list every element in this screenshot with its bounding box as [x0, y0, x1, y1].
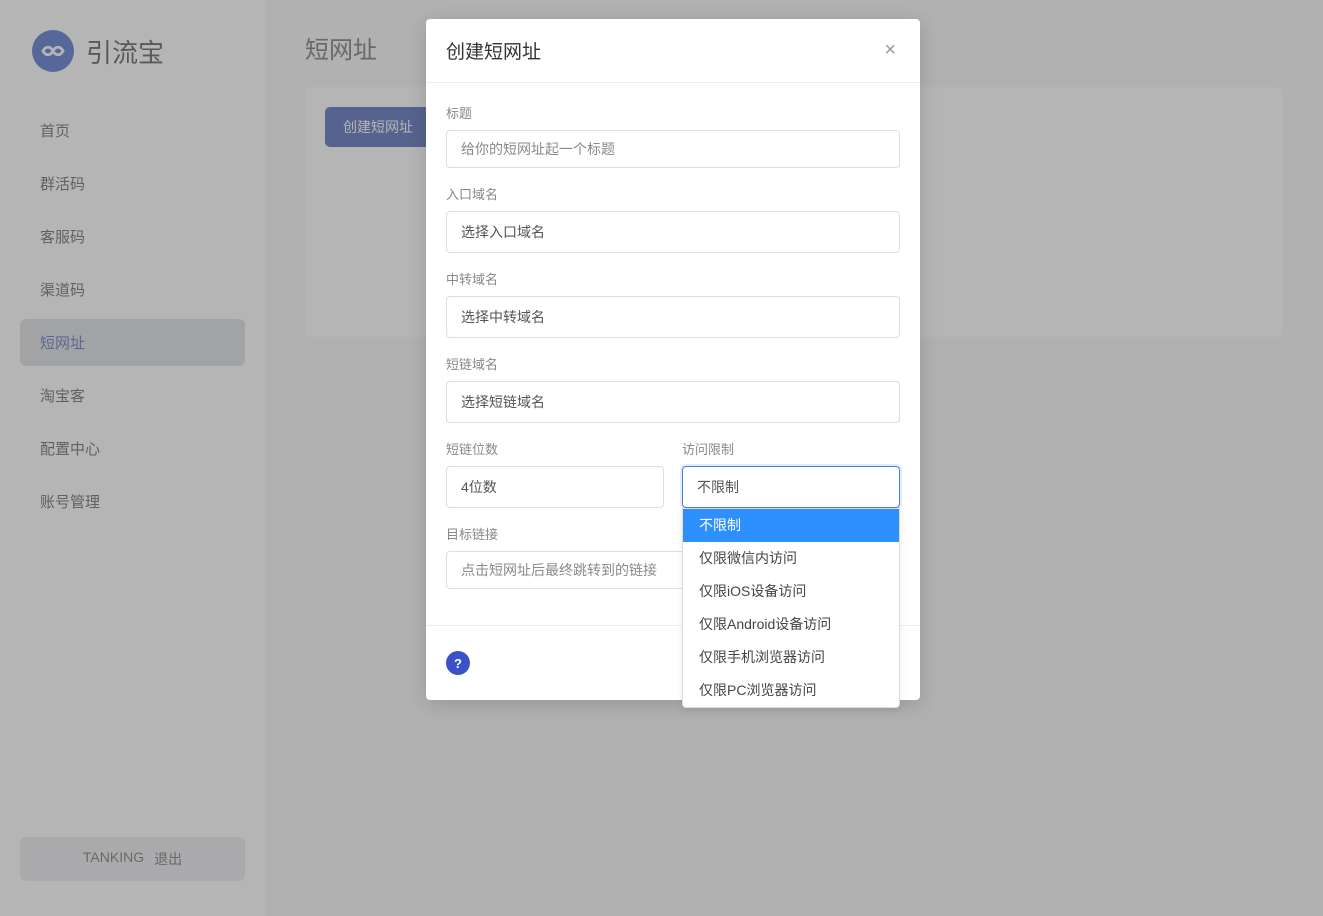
access-option-mobile[interactable]: 仅限手机浏览器访问: [683, 641, 899, 674]
title-input[interactable]: [446, 130, 900, 168]
short-domain-select[interactable]: 选择短链域名: [446, 381, 900, 423]
close-icon[interactable]: ×: [880, 39, 900, 62]
short-digits-select[interactable]: 4位数: [446, 466, 664, 508]
entry-domain-label: 入口域名: [446, 184, 900, 203]
field-entry-domain: 入口域名 选择入口域名: [446, 184, 900, 253]
title-label: 标题: [446, 103, 900, 122]
access-limit-dropdown: 不限制 仅限微信内访问 仅限iOS设备访问 仅限Android设备访问 仅限手机…: [682, 508, 900, 708]
entry-domain-select[interactable]: 选择入口域名: [446, 211, 900, 253]
create-short-url-modal: 创建短网址 × 标题 入口域名 选择入口域名 中转域名 选择中转域名 短链域名 …: [426, 19, 920, 700]
access-limit-select[interactable]: 不限制: [682, 466, 900, 508]
access-limit-label: 访问限制: [682, 439, 900, 458]
access-option-android[interactable]: 仅限Android设备访问: [683, 608, 899, 641]
help-icon[interactable]: ?: [446, 651, 470, 675]
modal-title: 创建短网址: [446, 37, 541, 64]
field-relay-domain: 中转域名 选择中转域名: [446, 269, 900, 338]
short-digits-label: 短链位数: [446, 439, 664, 458]
modal-body: 标题 入口域名 选择入口域名 中转域名 选择中转域名 短链域名 选择短链域名 短…: [426, 83, 920, 625]
field-title: 标题: [446, 103, 900, 168]
modal-header: 创建短网址 ×: [426, 19, 920, 83]
field-short-digits: 短链位数 4位数: [446, 439, 664, 508]
relay-domain-select[interactable]: 选择中转域名: [446, 296, 900, 338]
access-option-pc[interactable]: 仅限PC浏览器访问: [683, 674, 899, 707]
access-option-unlimited[interactable]: 不限制: [683, 509, 899, 542]
short-domain-label: 短链域名: [446, 354, 900, 373]
access-option-wechat[interactable]: 仅限微信内访问: [683, 542, 899, 575]
field-short-domain: 短链域名 选择短链域名: [446, 354, 900, 423]
access-option-ios[interactable]: 仅限iOS设备访问: [683, 575, 899, 608]
relay-domain-label: 中转域名: [446, 269, 900, 288]
field-access-limit: 访问限制 不限制 不限制 仅限微信内访问 仅限iOS设备访问 仅限Android…: [682, 439, 900, 508]
